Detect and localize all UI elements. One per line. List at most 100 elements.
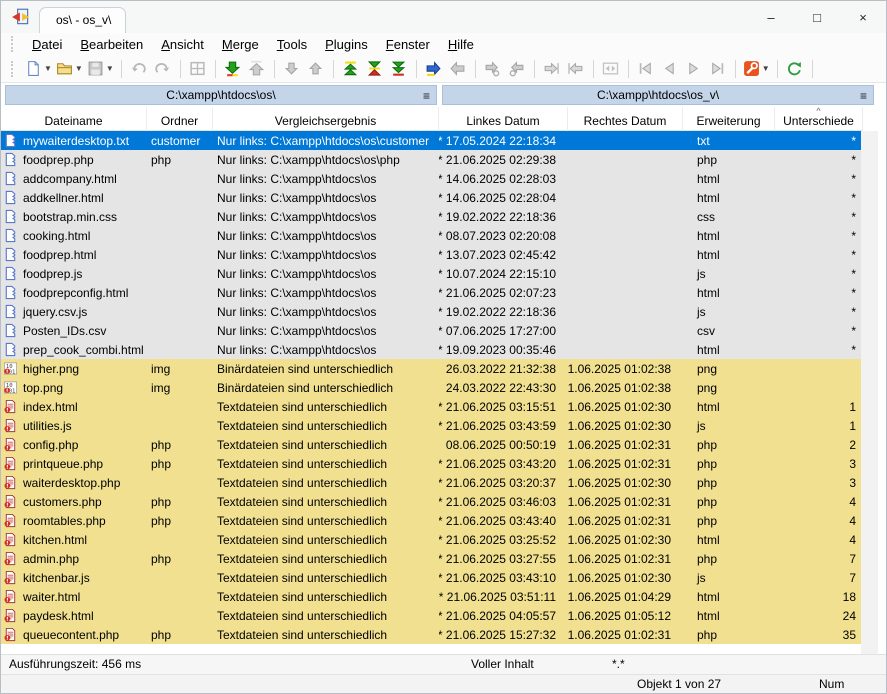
cell-diff: 3 [775,454,863,473]
cell-name: mywaiterdesktop.txt [1,131,147,150]
toolbar-separator [180,60,181,78]
column-header-diff[interactable]: ^Unterschiede [775,107,863,131]
table-row[interactable]: 1001higher.pngimgBinärdateien sind unter… [1,359,863,378]
refresh-button[interactable] [783,57,807,81]
table-row[interactable]: 1001top.pngimgBinärdateien sind untersch… [1,378,863,397]
open-button[interactable]: ▼ [54,57,85,81]
table-row[interactable]: foodprep.phpphpNur links: C:\xampp\htdoc… [1,150,863,169]
cell-ext: html [683,397,775,416]
file-name: printqueue.php [23,457,103,471]
nav-first-icon [637,60,654,77]
last-difference-button[interactable] [387,57,411,81]
file-name: index.html [23,400,78,414]
table-row[interactable]: customers.phpphpTextdateien sind untersc… [1,492,863,511]
new-button[interactable]: ▼ [23,57,54,81]
toolbar-grip[interactable] [11,61,15,77]
cell-rdate: * 21.06.2025 01:02:38 [568,378,683,397]
menu-item-plugins[interactable]: Plugins [316,35,377,54]
menu-bar: DateiBearbeitenAnsichtMergeToolsPluginsF… [1,33,886,55]
table-row[interactable]: waiterdesktop.phpTextdateien sind unters… [1,473,863,492]
cell-ext: html [683,340,775,359]
cell-result: Nur links: C:\xampp\htdocs\os [213,302,439,321]
table-row[interactable]: prep_cook_combi.htmlNur links: C:\xampp\… [1,340,863,359]
table-row[interactable]: kitchen.htmlTextdateien sind unterschied… [1,530,863,549]
column-header-name[interactable]: Dateiname [1,107,147,131]
cell-result: Textdateien sind unterschiedlich [213,530,439,549]
table-row[interactable]: admin.phpphpTextdateien sind unterschied… [1,549,863,568]
dropdown-caret-icon[interactable]: ▼ [44,64,52,73]
file-name: customers.php [23,495,102,509]
cell-folder: img [147,378,213,397]
current-difference-button[interactable] [363,57,387,81]
right-path-header[interactable]: C:\xampp\htdocs\os_v\ ≡ [442,85,874,105]
table-row[interactable]: utilities.jsTextdateien sind unterschied… [1,416,863,435]
table-row[interactable]: printqueue.phpphpTextdateien sind unters… [1,454,863,473]
table-row[interactable]: paydesk.htmlTextdateien sind unterschied… [1,606,863,625]
cell-folder [147,245,213,264]
column-header-ext[interactable]: Erweiterung [683,107,775,131]
table-row[interactable]: foodprep.htmlNur links: C:\xampp\htdocs\… [1,245,863,264]
table-row[interactable]: addkellner.htmlNur links: C:\xampp\htdoc… [1,188,863,207]
cell-diff: 7 [775,549,863,568]
right-pane-menu-icon[interactable]: ≡ [860,88,867,104]
file-name: config.php [23,438,78,452]
column-header-folder[interactable]: Ordner [147,107,213,131]
column-header-rdate[interactable]: Rechtes Datum [568,107,683,131]
left-pane-menu-icon[interactable]: ≡ [423,88,430,104]
table-row[interactable]: waiter.htmlTextdateien sind unterschiedl… [1,587,863,606]
file-left-icon [3,228,20,244]
menu-item-merge[interactable]: Merge [213,35,268,54]
table-row[interactable]: mywaiterdesktop.txtcustomerNur links: C:… [1,131,863,150]
cell-name: queuecontent.php [1,625,147,644]
cell-diff: 1 [775,416,863,435]
toolbar-separator [735,60,736,78]
menu-item-datei[interactable]: Datei [23,35,71,54]
menu-item-fenster[interactable]: Fenster [377,35,439,54]
table-row[interactable]: cooking.htmlNur links: C:\xampp\htdocs\o… [1,226,863,245]
table-row[interactable]: bootstrap.min.cssNur links: C:\xampp\htd… [1,207,863,226]
maximize-button[interactable]: □ [794,1,840,33]
dropdown-caret-icon[interactable]: ▼ [762,64,770,73]
column-header-label: Rechtes Datum [584,114,667,128]
cell-rdate: 21.06.2025 01:02:30 [568,397,683,416]
dropdown-caret-icon[interactable]: ▼ [75,64,83,73]
table-row[interactable]: queuecontent.phpphpTextdateien sind unte… [1,625,863,644]
close-button[interactable]: × [840,1,886,33]
menu-item-ansicht[interactable]: Ansicht [152,35,213,54]
document-tab[interactable]: os\ - os_v\ [39,7,126,33]
cell-name: paydesk.html [1,606,147,625]
first-difference-button[interactable] [339,57,363,81]
column-header-ldate[interactable]: Linkes Datum [439,107,568,131]
table-row[interactable]: kitchenbar.jsTextdateien sind unterschie… [1,568,863,587]
cell-ext: html [683,587,775,606]
minimize-button[interactable]: – [748,1,794,33]
cell-name: prep_cook_combi.html [1,340,147,359]
table-row[interactable]: foodprepconfig.htmlNur links: C:\xampp\h… [1,283,863,302]
cell-rdate [568,131,683,150]
table-row[interactable]: Posten_IDs.csvNur links: C:\xampp\htdocs… [1,321,863,340]
table-row[interactable]: jquery.csv.jsNur links: C:\xampp\htdocs\… [1,302,863,321]
cell-ldate: * 21.06.2025 03:46:03 [439,492,568,511]
column-header-label: Vergleichsergebnis [275,114,376,128]
left-path-header[interactable]: C:\xampp\htdocs\os\ ≡ [5,85,437,105]
file-text-icon [3,513,20,529]
cell-rdate: 21.06.2025 01:02:31 [568,454,683,473]
table-row[interactable]: foodprep.jsNur links: C:\xampp\htdocs\os… [1,264,863,283]
menubar-grip[interactable] [11,36,15,52]
column-header-result[interactable]: Vergleichsergebnis [213,107,439,131]
next-difference-button[interactable] [221,57,245,81]
copy-right-button[interactable] [422,57,446,81]
table-row[interactable]: roomtables.phpphpTextdateien sind unters… [1,511,863,530]
dropdown-caret-icon[interactable]: ▼ [106,64,114,73]
options-button[interactable]: ▼ [741,57,772,81]
table-row[interactable]: config.phpphpTextdateien sind unterschie… [1,435,863,454]
menu-item-tools[interactable]: Tools [268,35,316,54]
menu-item-bearbeiten[interactable]: Bearbeiten [71,35,152,54]
table-row[interactable]: index.htmlTextdateien sind unterschiedli… [1,397,863,416]
cell-folder [147,416,213,435]
menu-item-hilfe[interactable]: Hilfe [439,35,483,54]
vertical-scrollbar[interactable] [861,131,878,654]
file-left-icon [3,247,20,263]
table-row[interactable]: addcompany.htmlNur links: C:\xampp\htdoc… [1,169,863,188]
toolbar-separator [812,60,813,78]
